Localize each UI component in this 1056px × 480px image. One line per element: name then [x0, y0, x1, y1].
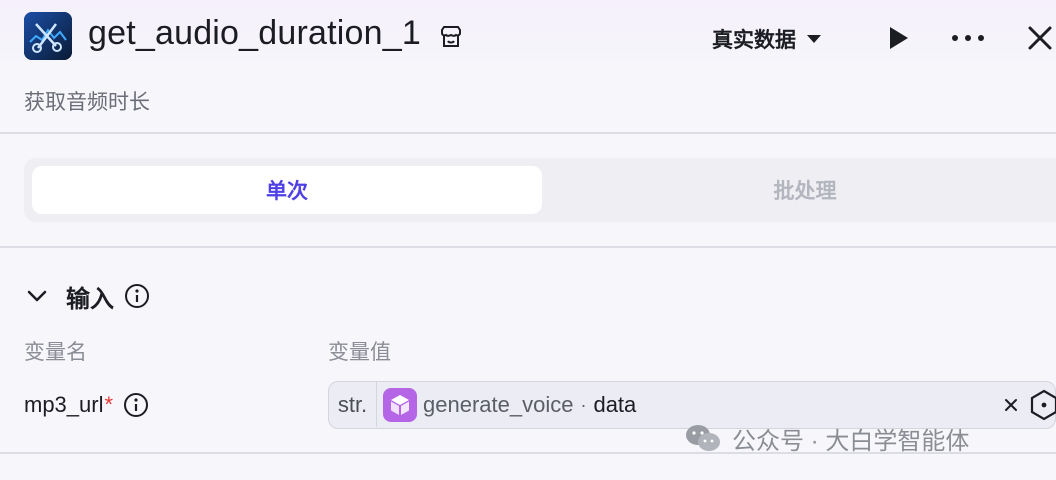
reference-chip[interactable]: generate_voice · data [383, 388, 636, 422]
data-mode-label: 真实数据 [712, 29, 796, 52]
chevron-down-icon [807, 35, 821, 43]
reference-field-name: data [593, 392, 637, 417]
variable-name-label: mp3_url [24, 392, 104, 417]
data-mode-select[interactable]: 真实数据 [712, 24, 822, 54]
node-header: get_audio_duration_1 真实数据 获取音频时长 [0, 0, 1056, 133]
tabs-divider [0, 246, 1056, 248]
play-icon [890, 27, 908, 49]
column-header-name: 变量名 [24, 341, 87, 364]
more-icon [952, 35, 984, 41]
variable-setting-button[interactable] [1029, 388, 1056, 422]
watermark: 公众号 · 大白学智能体 [684, 423, 970, 455]
more-button[interactable] [948, 24, 988, 52]
wechat-icon [686, 425, 720, 451]
section-title: 输入 [66, 285, 114, 313]
store-tag-icon[interactable] [438, 24, 464, 50]
node-title[interactable]: get_audio_duration_1 [88, 14, 421, 53]
info-icon[interactable] [124, 283, 150, 309]
app-node-icon [24, 12, 72, 60]
required-mark: * [104, 392, 114, 417]
tab-single[interactable]: 单次 [32, 166, 542, 214]
reference-separator: · [580, 394, 587, 415]
header-divider [0, 132, 1056, 134]
close-icon [1028, 26, 1052, 50]
close-button[interactable] [1024, 22, 1056, 54]
tab-batch[interactable]: 批处理 [550, 166, 1056, 214]
reference-node-name: generate_voice [423, 392, 574, 417]
input-section-header: 输入 [24, 278, 150, 314]
run-mode-tabs: 单次 批处理 [24, 158, 1056, 222]
clear-button[interactable] [999, 393, 1023, 417]
watermark-text: 公众号 · 大白学智能体 [732, 427, 970, 455]
clear-icon [1005, 399, 1017, 411]
chevron-down-icon[interactable] [24, 283, 50, 309]
variable-name: mp3_url * [24, 390, 149, 420]
cube-icon [383, 388, 417, 422]
play-button[interactable] [884, 24, 912, 52]
column-header-value: 变量值 [328, 341, 391, 364]
node-description: 获取音频时长 [24, 91, 150, 114]
type-badge[interactable]: str. [329, 382, 377, 427]
info-icon[interactable] [123, 392, 149, 418]
hexagon-icon [1030, 389, 1056, 421]
